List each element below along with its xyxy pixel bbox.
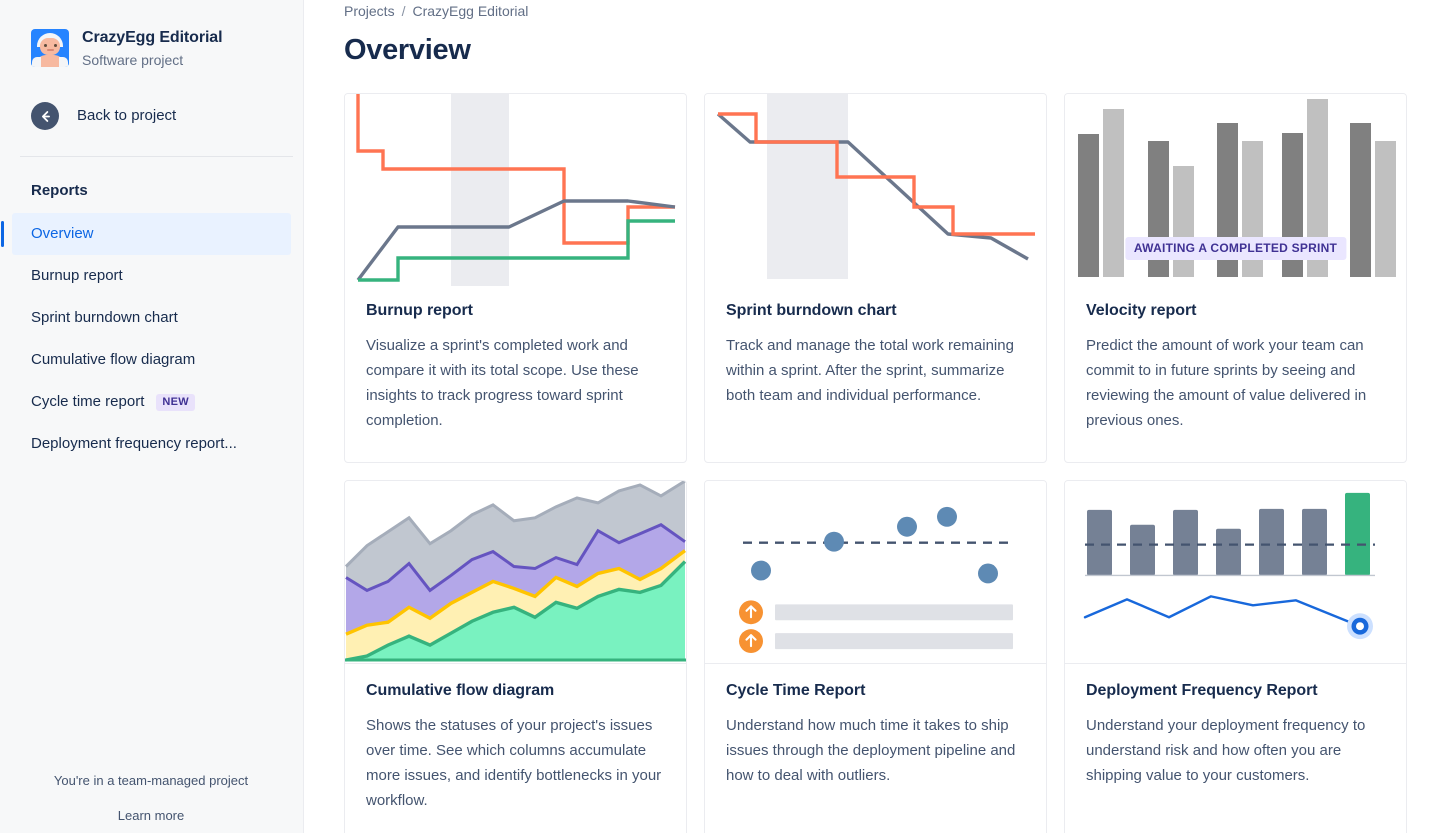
status-badge: AWAITING A COMPLETED SPRINT	[1124, 237, 1347, 260]
card-description: Understand how much time it takes to shi…	[726, 717, 1016, 784]
back-to-project-button[interactable]: Back to project	[0, 99, 303, 133]
cumulative-flow-area-chart-thumbnail	[345, 481, 686, 664]
deployment-frequency-chart-thumbnail	[1065, 481, 1406, 664]
cycle-time-scatter-thumbnail	[705, 481, 1046, 664]
sidebar-item-label: Burnup report	[31, 267, 123, 284]
report-card-burnup-report[interactable]: Burnup report Visualize a sprint's compl…	[344, 93, 687, 463]
main-content: Projects / CrazyEgg Editorial Overview B…	[304, 0, 1440, 833]
card-title: Deployment Frequency Report	[1086, 682, 1318, 699]
card-title: Cumulative flow diagram	[366, 682, 555, 699]
sidebar-section-title: Reports	[31, 182, 88, 199]
card-description: Predict the amount of work your team can…	[1086, 337, 1367, 429]
report-card-velocity-report[interactable]: AWAITING A COMPLETED SPRINT Velocity rep…	[1064, 93, 1407, 463]
team-managed-notice: You're in a team-managed project	[53, 773, 249, 788]
breadcrumb-projects-link[interactable]: Projects	[344, 1, 395, 21]
sidebar-nav: Overview Burnup report Sprint burndown c…	[0, 213, 303, 465]
breadcrumb: Projects / CrazyEgg Editorial	[344, 0, 1416, 21]
sidebar-item-burnup-report[interactable]: Burnup report	[12, 255, 291, 297]
report-card-grid: Burnup report Visualize a sprint's compl…	[344, 93, 1416, 833]
sidebar-item-label: Sprint burndown chart	[31, 309, 178, 326]
sidebar-item-cycle-time-report[interactable]: Cycle time report NEW	[12, 381, 291, 423]
sidebar-item-label: Deployment frequency report...	[31, 435, 237, 452]
burnup-chart-thumbnail	[345, 94, 686, 286]
card-title: Cycle Time Report	[726, 682, 866, 699]
arrow-left-icon	[31, 102, 59, 130]
back-to-project-label: Back to project	[77, 107, 177, 124]
report-card-deployment-frequency-report[interactable]: Deployment Frequency Report Understand y…	[1064, 480, 1407, 833]
sidebar-item-deployment-frequency-report[interactable]: Deployment frequency report...	[12, 423, 291, 465]
sidebar: CrazyEgg Editorial Software project Back…	[0, 0, 304, 833]
breadcrumb-separator: /	[401, 3, 406, 19]
report-card-cumulative-flow-diagram[interactable]: Cumulative flow diagram Shows the status…	[344, 480, 687, 833]
new-badge: NEW	[156, 393, 195, 411]
sidebar-item-sprint-burndown-chart[interactable]: Sprint burndown chart	[12, 297, 291, 339]
project-type: Software project	[82, 52, 184, 68]
card-body: Sprint burndown chart Track and manage t…	[705, 286, 1046, 408]
card-body: Cycle Time Report Understand how much ti…	[705, 664, 1046, 788]
card-body: Deployment Frequency Report Understand y…	[1065, 664, 1406, 788]
card-description: Track and manage the total work remainin…	[726, 337, 1014, 404]
card-title: Burnup report	[366, 302, 473, 319]
person-avatar-icon	[31, 29, 69, 67]
card-description: Shows the statuses of your project's iss…	[366, 717, 662, 809]
velocity-bar-chart-thumbnail: AWAITING A COMPLETED SPRINT	[1065, 94, 1406, 286]
page-title: Overview	[344, 34, 471, 66]
app-root: CrazyEgg Editorial Software project Back…	[0, 0, 1440, 833]
sidebar-item-label: Overview	[31, 225, 94, 242]
card-description: Visualize a sprint's completed work and …	[366, 337, 639, 429]
report-card-cycle-time-report[interactable]: Cycle Time Report Understand how much ti…	[704, 480, 1047, 833]
card-description: Understand your deployment frequency to …	[1086, 717, 1366, 784]
project-header: CrazyEgg Editorial Software project	[0, 0, 303, 70]
card-body: Burnup report Visualize a sprint's compl…	[345, 286, 686, 433]
card-title: Velocity report	[1086, 302, 1197, 319]
sidebar-item-label: Cumulative flow diagram	[31, 351, 196, 368]
learn-more-link[interactable]: Learn more	[118, 807, 184, 825]
sidebar-item-cumulative-flow-diagram[interactable]: Cumulative flow diagram	[12, 339, 291, 381]
sidebar-footer: You're in a team-managed project Learn m…	[0, 772, 302, 825]
project-name: CrazyEgg Editorial	[82, 29, 223, 46]
card-body: Cumulative flow diagram Shows the status…	[345, 664, 686, 813]
report-card-sprint-burndown-chart[interactable]: Sprint burndown chart Track and manage t…	[704, 93, 1047, 463]
card-title: Sprint burndown chart	[726, 302, 897, 319]
sidebar-item-overview[interactable]: Overview	[1, 213, 291, 255]
sidebar-divider	[20, 156, 293, 157]
card-body: Velocity report Predict the amount of wo…	[1065, 286, 1406, 433]
breadcrumb-current-project-link[interactable]: CrazyEgg Editorial	[412, 1, 528, 21]
burndown-chart-thumbnail	[705, 94, 1046, 286]
sidebar-item-label: Cycle time report	[31, 393, 145, 410]
